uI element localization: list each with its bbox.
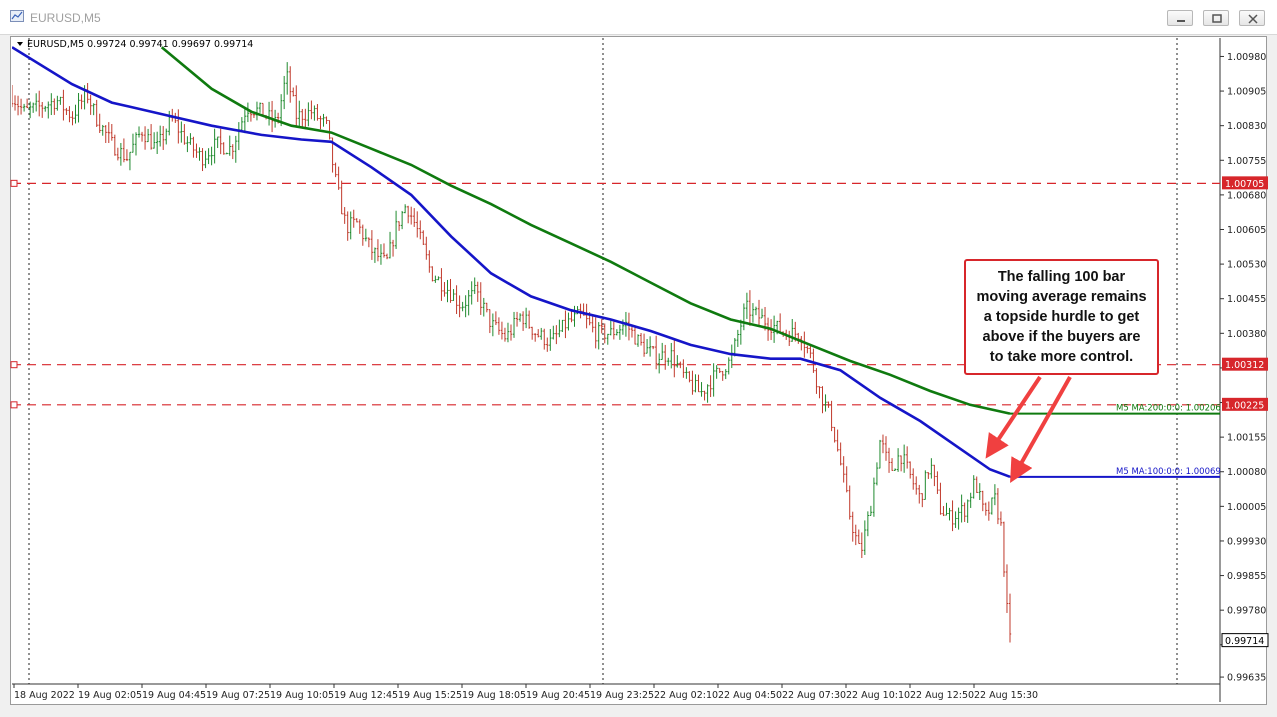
level-price-label-2: 1.00225 bbox=[1225, 400, 1264, 411]
symbol-header: EURUSD,M5 0.99724 0.99741 0.99697 0.9971… bbox=[27, 39, 253, 50]
x-tick-label: 22 Aug 02:10 bbox=[654, 690, 718, 701]
x-tick-label: 19 Aug 02:05 bbox=[78, 690, 142, 701]
y-tick-label: 0.99635 bbox=[1227, 673, 1266, 684]
y-tick-label: 1.00755 bbox=[1227, 156, 1266, 167]
level-price-label-0: 1.00705 bbox=[1225, 179, 1264, 190]
x-tick-label: 19 Aug 10:05 bbox=[270, 690, 334, 701]
level-anchor-1 bbox=[10, 361, 18, 369]
annotation-arrow-2 bbox=[1010, 376, 1072, 483]
x-tick-label: 19 Aug 12:45 bbox=[334, 690, 398, 701]
y-tick-label: 1.00005 bbox=[1227, 502, 1266, 513]
x-tick-label: 22 Aug 15:30 bbox=[974, 690, 1038, 701]
x-tick-label: 19 Aug 18:05 bbox=[462, 690, 526, 701]
y-tick-label: 0.99780 bbox=[1227, 606, 1266, 617]
ma-label-1: M5 MA:200:0:0: 1.00206 bbox=[1116, 404, 1221, 414]
y-tick-label: 1.00155 bbox=[1227, 433, 1266, 444]
y-tick-label: 1.00455 bbox=[1227, 294, 1266, 305]
y-tick-label: 0.99855 bbox=[1227, 571, 1266, 582]
x-tick-label: 22 Aug 10:10 bbox=[846, 690, 910, 701]
y-tick-label: 0.99930 bbox=[1227, 536, 1266, 547]
level-anchor-2 bbox=[10, 401, 18, 409]
x-tick-label: 19 Aug 20:45 bbox=[526, 690, 590, 701]
x-tick-label: 22 Aug 04:50 bbox=[718, 690, 782, 701]
x-tick-label: 19 Aug 04:45 bbox=[142, 690, 206, 701]
level-anchor-0 bbox=[10, 179, 18, 187]
y-tick-label: 1.00080 bbox=[1227, 467, 1266, 478]
y-tick-label: 1.00830 bbox=[1227, 121, 1266, 132]
x-tick-label: 19 Aug 07:25 bbox=[206, 690, 270, 701]
y-tick-label: 1.00605 bbox=[1227, 225, 1266, 236]
terminal-window: EURUSD,M5 1.00980 1.00905 1.00830 1.00755 1.… bbox=[0, 0, 1277, 717]
y-tick-label: 1.00980 bbox=[1227, 52, 1266, 63]
x-tick-label: 22 Aug 12:50 bbox=[910, 690, 974, 701]
y-tick-label: 1.00680 bbox=[1227, 190, 1266, 201]
last-price-label: 0.99714 bbox=[1225, 636, 1264, 647]
x-tick-label: 19 Aug 23:25 bbox=[590, 690, 654, 701]
x-tick-label: 19 Aug 15:25 bbox=[398, 690, 462, 701]
moving-averages bbox=[12, 46, 1011, 479]
y-tick-label: 1.00905 bbox=[1227, 87, 1266, 98]
y-tick-label: 1.00530 bbox=[1227, 260, 1266, 271]
x-tick-label: 18 Aug 2022 bbox=[14, 690, 75, 701]
x-tick-label: 22 Aug 07:30 bbox=[782, 690, 846, 701]
level-price-label-1: 1.00312 bbox=[1225, 360, 1264, 371]
annotation-callout: The falling 100 bar moving average remai… bbox=[964, 259, 1159, 375]
candles bbox=[12, 62, 1012, 643]
annotation-text: The falling 100 bar moving average remai… bbox=[976, 269, 1147, 365]
y-tick-label: 1.00380 bbox=[1227, 329, 1266, 340]
ma-label-0: M5 MA:100:0:0: 1.00069 bbox=[1116, 467, 1221, 477]
symbol-dropdown-icon bbox=[17, 42, 23, 46]
ma-line-0 bbox=[12, 46, 1011, 479]
ma-line-1 bbox=[160, 46, 1011, 415]
